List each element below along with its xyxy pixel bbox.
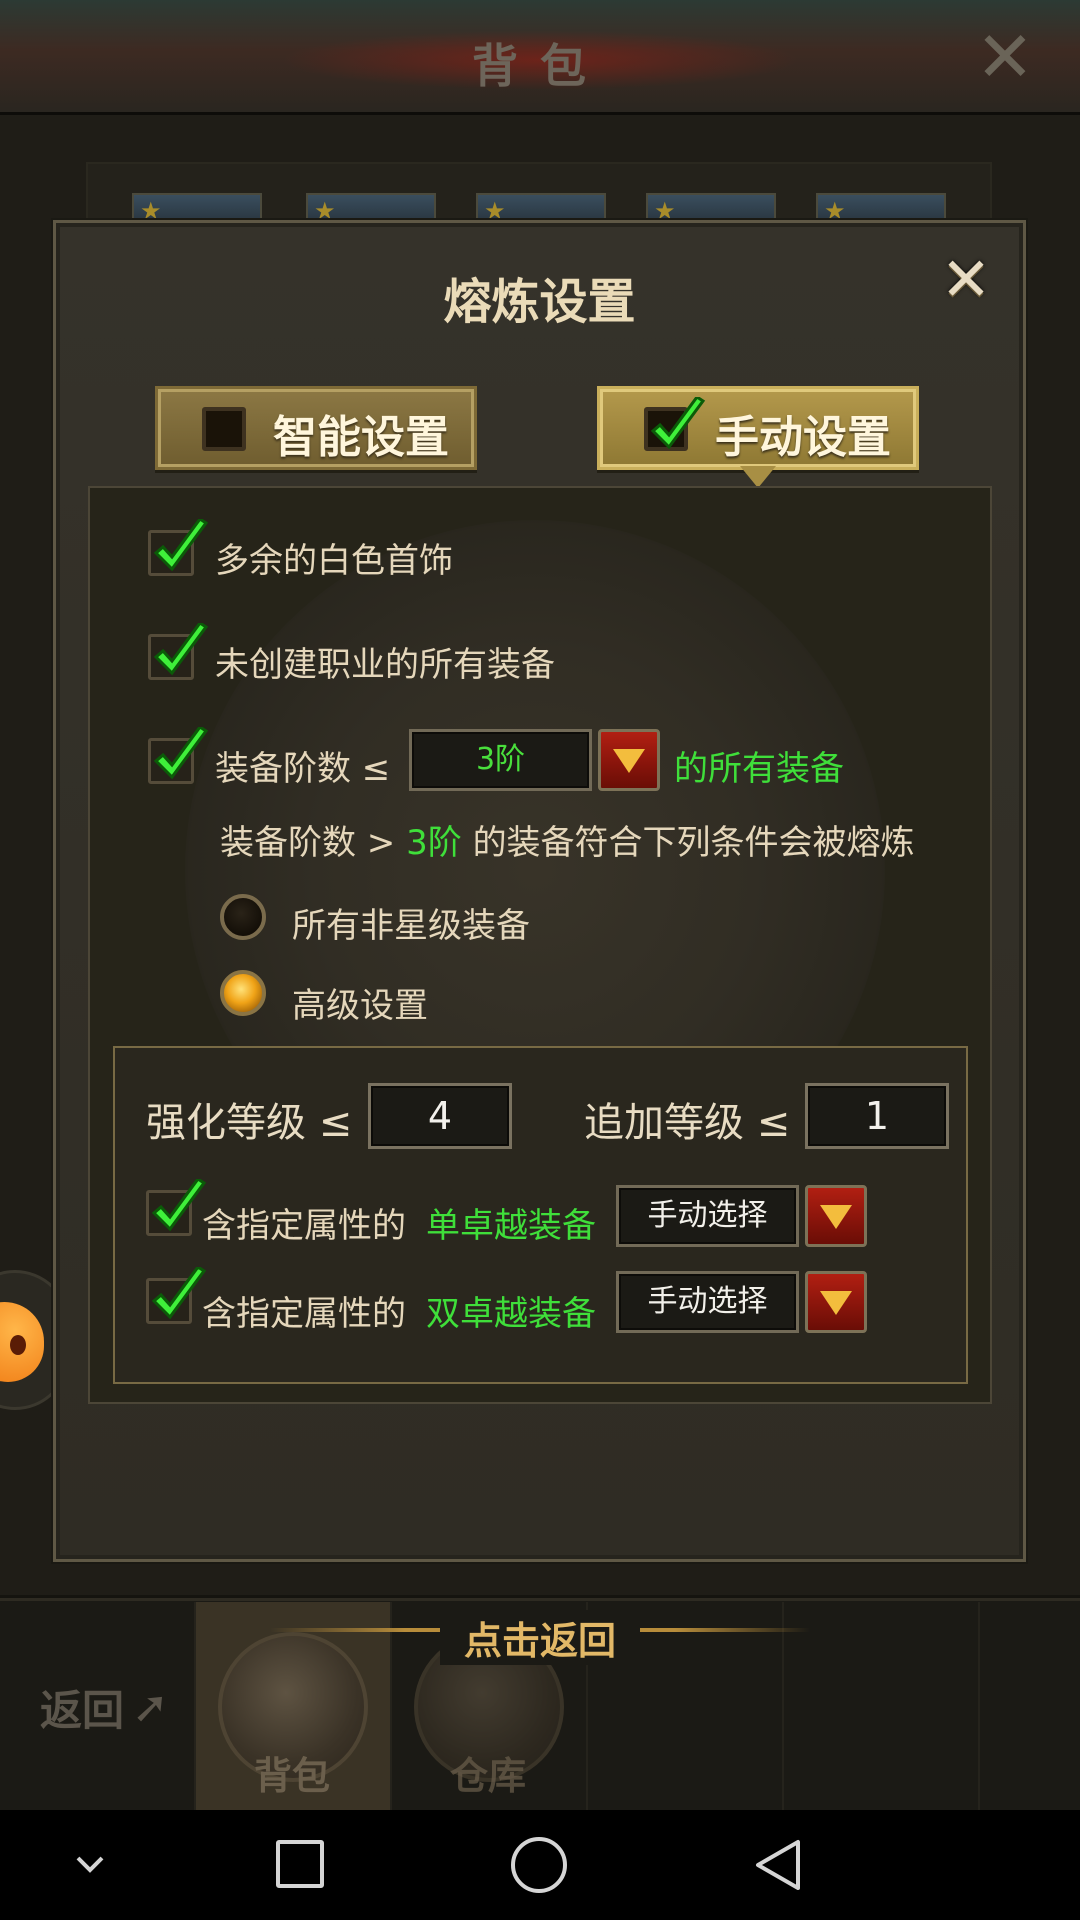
radio-advanced-label: 高级设置 <box>292 986 428 1026</box>
tier-select[interactable]: 3阶 <box>409 729 592 791</box>
nav-chevron-icon[interactable] <box>60 1840 120 1890</box>
check-mark-icon <box>650 397 706 450</box>
dropdown-arrow-icon <box>820 1291 852 1315</box>
check-mark-icon <box>153 727 209 780</box>
uncreated-class-checkbox[interactable] <box>148 623 209 680</box>
tier-rule-checkbox[interactable] <box>148 727 209 784</box>
append-level-input[interactable]: 1 <box>805 1083 949 1149</box>
dialog-title: 熔炼设置 <box>443 274 636 330</box>
double-excellent-highlight: 双卓越装备 <box>426 1294 596 1334</box>
close-icon[interactable]: ✕ <box>935 250 997 312</box>
single-excellent-checkbox[interactable] <box>146 1179 207 1236</box>
enhance-level-input[interactable]: 4 <box>368 1083 512 1149</box>
single-excellent-select[interactable]: 手动选择 <box>616 1185 799 1247</box>
check-mark-icon <box>153 623 209 676</box>
nav-recents-icon[interactable] <box>276 1840 324 1888</box>
tab-manual-label: 手动设置 <box>715 412 891 463</box>
checkbox-icon <box>202 407 246 451</box>
double-excellent-select[interactable]: 手动选择 <box>616 1271 799 1333</box>
uncreated-class-label: 未创建职业的所有装备 <box>215 645 555 685</box>
double-excellent-checkbox[interactable] <box>146 1267 207 1324</box>
condition-prefix: 装备阶数 > <box>220 823 396 863</box>
active-tab-pointer <box>740 466 776 488</box>
condition-value: 3阶 <box>406 823 462 863</box>
warehouse-tab-label: 仓库 <box>450 1754 527 1798</box>
checkbox-icon <box>644 397 706 451</box>
tier-dropdown-button[interactable] <box>598 729 660 791</box>
bag-close-icon[interactable]: ✕ <box>970 22 1040 92</box>
double-excellent-prefix: 含指定属性的 <box>202 1294 406 1334</box>
bag-title: 背包 <box>472 39 608 93</box>
check-mark-icon <box>151 1179 207 1232</box>
back-arrow-icon: ➚ <box>132 1682 169 1733</box>
tab-smart-settings[interactable]: 智能设置 <box>155 386 477 470</box>
check-mark-icon <box>151 1267 207 1320</box>
append-level-label: 追加等级 ≤ <box>584 1100 791 1146</box>
condition-line: 装备阶数 > 3阶 的装备符合下列条件会被熔炼 <box>220 815 915 864</box>
empty-cell <box>784 1602 980 1810</box>
assistant-eye <box>10 1335 26 1355</box>
radio-non-star[interactable] <box>220 894 266 940</box>
white-jewelry-checkbox[interactable] <box>148 519 209 576</box>
radio-non-star-label: 所有非星级装备 <box>292 906 530 946</box>
check-mark-icon <box>153 519 209 572</box>
back-label[interactable]: 返回 <box>40 1677 124 1738</box>
condition-suffix: 的装备符合下列条件会被熔炼 <box>472 823 915 863</box>
single-excellent-dropdown-button[interactable] <box>805 1185 867 1247</box>
tier-rule-suffix: 的所有装备 <box>674 749 844 789</box>
nav-home-icon[interactable] <box>511 1837 567 1893</box>
bag-tab-label: 背包 <box>254 1754 331 1798</box>
tier-rule-prefix: 装备阶数 ≤ <box>215 749 391 789</box>
single-excellent-prefix: 含指定属性的 <box>202 1206 406 1246</box>
double-excellent-dropdown-button[interactable] <box>805 1271 867 1333</box>
dropdown-arrow-icon <box>820 1205 852 1229</box>
enhance-level-label: 强化等级 ≤ <box>146 1100 353 1146</box>
tab-smart-label: 智能设置 <box>273 412 449 463</box>
tap-return-label[interactable]: 点击返回 <box>440 1610 640 1665</box>
radio-advanced[interactable] <box>220 970 266 1016</box>
dropdown-arrow-icon <box>613 749 645 773</box>
tab-manual-settings[interactable]: 手动设置 <box>597 386 919 470</box>
white-jewelry-label: 多余的白色首饰 <box>215 541 453 581</box>
single-excellent-highlight: 单卓越装备 <box>426 1206 596 1246</box>
nav-back-icon[interactable] <box>752 1838 804 1892</box>
